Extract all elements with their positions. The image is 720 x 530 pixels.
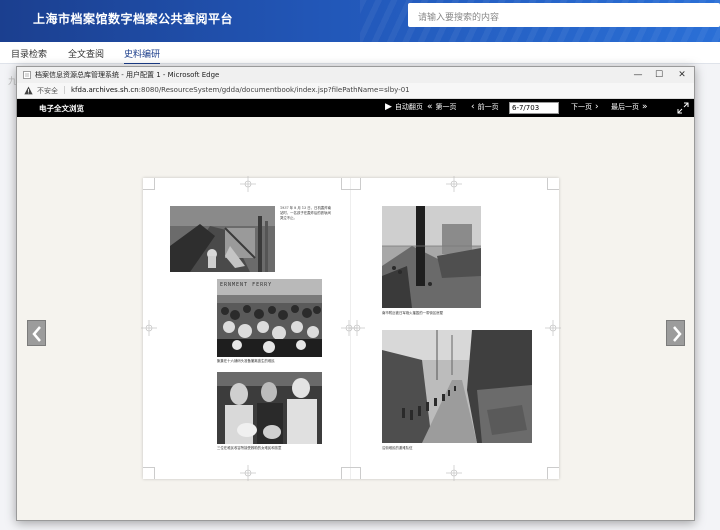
next-page-label: 下一页 bbox=[571, 103, 592, 111]
caption-refugee-women: 三位在难民收容所接受救助的女难民和孩童 bbox=[217, 446, 282, 450]
ferry-sign-text: ERNMENT FERRY bbox=[220, 282, 273, 288]
url-host: kfda.archives.sh.cn bbox=[71, 86, 139, 94]
maximize-button[interactable]: ☐ bbox=[648, 68, 670, 82]
minimize-button[interactable]: — bbox=[627, 68, 649, 82]
book-spread: 1937 年 8 月 13 日，日机轰炸南站时，一名孩子在轰炸后的铁轨间哭泣不止… bbox=[141, 176, 561, 481]
arrow-right-icon bbox=[673, 326, 682, 342]
viewer-toolbar: 电子全文浏览 ▶ 自动翻页 « 第一页 ‹ 前一页 6-7/703 下一页 › … bbox=[17, 99, 694, 117]
nav-catalog-search[interactable]: 目录检索 bbox=[11, 47, 47, 60]
url-path: :8080/ResourceSystem/gdda/documentbook/i… bbox=[138, 86, 410, 94]
chevron-right-icon: › bbox=[595, 102, 599, 112]
nav-compilation[interactable]: 史料编研 bbox=[124, 47, 161, 65]
next-spread-button[interactable] bbox=[666, 320, 685, 346]
arrow-left-icon bbox=[32, 326, 41, 342]
registration-mark bbox=[446, 176, 462, 192]
last-page-label: 最后一页 bbox=[611, 103, 639, 111]
photo-refugee-women bbox=[217, 372, 322, 444]
window-titlebar: 档案信息资源总库管理系统 - 用户配置 1 - Microsoft Edge —… bbox=[17, 67, 694, 83]
fullscreen-icon[interactable] bbox=[677, 102, 689, 114]
prev-spread-button[interactable] bbox=[27, 320, 46, 346]
registration-mark bbox=[349, 320, 365, 336]
caption-destroyed-street: 南市附近被日军炮火摧毁的一带街区房屋 bbox=[382, 311, 444, 315]
double-chevron-right-icon: » bbox=[642, 102, 648, 112]
portal-nav: 目录检索 全文查阅 史料编研 bbox=[0, 42, 720, 65]
photo-refugee-column bbox=[382, 330, 532, 443]
photo-ferry-crowd: ERNMENT FERRY bbox=[217, 279, 322, 357]
close-button[interactable]: ✕ bbox=[671, 68, 693, 82]
security-label[interactable]: 不安全 bbox=[37, 86, 58, 96]
next-page-button[interactable]: 下一页 › bbox=[571, 102, 599, 112]
registration-mark bbox=[545, 320, 561, 336]
play-icon: ▶ bbox=[385, 102, 392, 112]
last-page-button[interactable]: 最后一页 » bbox=[611, 102, 648, 112]
crop-mark bbox=[341, 467, 361, 479]
chevron-left-icon: ‹ bbox=[471, 102, 475, 112]
crop-mark bbox=[341, 178, 361, 190]
caption-ferry-crowd: 聚集在十六铺码头准备撤离逃生的难民 bbox=[217, 359, 275, 363]
caption-bombed-station: 1937 年 8 月 13 日，日机轰炸南站时，一名孩子在轰炸后的铁轨间哭泣不止… bbox=[280, 206, 332, 220]
autoplay-label: 自动翻页 bbox=[394, 103, 423, 111]
autoplay-button[interactable]: ▶ 自动翻页 bbox=[385, 102, 423, 112]
caption-refugee-column: 沿街难民的避难队伍 bbox=[382, 446, 413, 450]
address-bar[interactable]: 不安全 | kfda.archives.sh.cn:8080/ResourceS… bbox=[17, 83, 694, 99]
registration-mark bbox=[446, 465, 462, 481]
address-separator: | bbox=[63, 85, 66, 94]
photo-bombed-station bbox=[170, 206, 275, 272]
double-chevron-left-icon: « bbox=[427, 102, 433, 112]
first-page-button[interactable]: « 第一页 bbox=[427, 102, 457, 112]
page-number-input[interactable]: 6-7/703 bbox=[509, 102, 559, 114]
warning-icon[interactable] bbox=[24, 86, 33, 95]
first-page-label: 第一页 bbox=[435, 103, 457, 111]
browser-popup-window: 档案信息资源总库管理系统 - 用户配置 1 - Microsoft Edge —… bbox=[16, 66, 695, 521]
prev-page-label: 前一页 bbox=[477, 103, 499, 111]
crop-mark bbox=[547, 178, 559, 190]
nav-fulltext[interactable]: 全文查阅 bbox=[68, 47, 104, 60]
portal-title: 上海市档案馆数字档案公共查阅平台 bbox=[33, 12, 234, 26]
crop-mark bbox=[143, 178, 155, 190]
search-input[interactable]: 请输入要搜索的内容 bbox=[408, 3, 720, 27]
window-title: 档案信息资源总库管理系统 - 用户配置 1 - Microsoft Edge bbox=[35, 71, 220, 79]
url-text[interactable]: kfda.archives.sh.cn:8080/ResourceSystem/… bbox=[71, 86, 410, 94]
registration-mark bbox=[240, 465, 256, 481]
page-icon bbox=[23, 71, 31, 79]
prev-page-button[interactable]: ‹ 前一页 bbox=[471, 102, 499, 112]
crop-mark bbox=[143, 467, 155, 479]
registration-mark bbox=[141, 320, 157, 336]
photo-destroyed-street bbox=[382, 206, 481, 308]
registration-mark bbox=[240, 176, 256, 192]
crop-mark bbox=[547, 467, 559, 479]
viewer-title: 电子全文浏览 bbox=[39, 104, 84, 113]
